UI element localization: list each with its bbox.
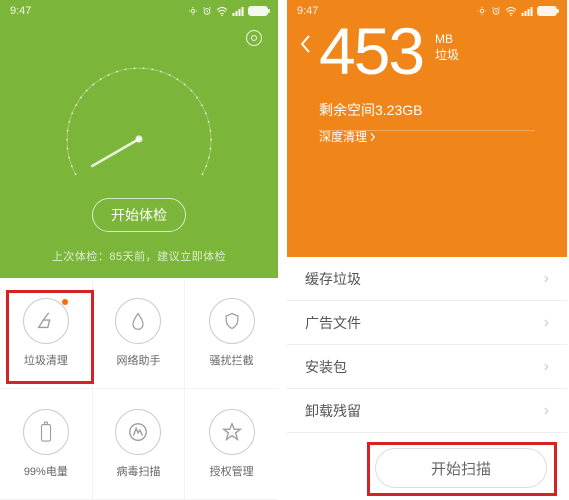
broom-icon: [23, 298, 69, 344]
start-scan-button[interactable]: 开始扫描: [375, 448, 547, 488]
cleaner-top-panel: 9:47 453 MB 垃圾 剩余空间3.23GB 深度清理: [287, 0, 567, 257]
tile-label: 病毒扫描: [116, 463, 160, 479]
signal-icon: [232, 6, 244, 16]
tile-network[interactable]: 网络助手: [93, 278, 186, 389]
tile-battery[interactable]: 99%电量: [0, 389, 93, 500]
junk-size-unit: MB 垃圾: [435, 32, 459, 63]
status-time: 9:47: [10, 5, 31, 17]
start-checkup-button[interactable]: 开始体检: [92, 198, 186, 232]
status-icons: [477, 6, 557, 16]
free-space-line: 剩余空间3.23GB: [319, 100, 535, 131]
tile-trash-clean[interactable]: 垃圾清理: [0, 278, 93, 389]
chevron-left-icon: [299, 34, 313, 54]
tile-virus[interactable]: 病毒扫描: [93, 389, 186, 500]
feature-grid: 垃圾清理 网络助手 骚扰拦截 99%电量 病毒扫描: [0, 278, 278, 500]
chevron-right-icon: ›: [544, 402, 549, 420]
chevron-right-icon: ›: [544, 314, 549, 332]
notification-dot: [62, 299, 68, 305]
tile-label: 网络助手: [116, 352, 160, 368]
tile-label: 骚扰拦截: [210, 352, 254, 368]
chevron-right-icon: [369, 132, 377, 142]
droplet-icon: [115, 298, 161, 344]
alarm-icon: [491, 6, 501, 16]
battery-tile-icon: [23, 409, 69, 455]
alarm-icon: [202, 6, 212, 16]
row-ads[interactable]: 广告文件 ›: [287, 301, 567, 345]
security-center-screen: 9:47 开始体检 上次体检：85天前，建议立即体检: [0, 0, 278, 500]
scan-icon: [115, 409, 161, 455]
status-icons: [188, 6, 268, 16]
health-gauge: [49, 40, 229, 220]
signal-icon: [521, 6, 533, 16]
back-button[interactable]: [299, 34, 313, 59]
row-label: 卸载残留: [305, 401, 361, 421]
gps-icon: [188, 6, 198, 16]
row-residual[interactable]: 卸载残留 ›: [287, 389, 567, 433]
row-apk[interactable]: 安装包 ›: [287, 345, 567, 389]
chevron-right-icon: ›: [544, 270, 549, 288]
tile-block[interactable]: 骚扰拦截: [185, 278, 278, 389]
battery-icon: [537, 6, 557, 16]
settings-button[interactable]: [244, 28, 264, 53]
wifi-icon: [216, 6, 228, 16]
chevron-right-icon: ›: [544, 358, 549, 376]
tile-label: 99%电量: [24, 463, 68, 479]
gear-icon: [244, 28, 264, 48]
last-check-text: 上次体检：85天前，建议立即体检: [0, 248, 278, 264]
wifi-icon: [505, 6, 517, 16]
scan-category-list: 缓存垃圾 › 广告文件 › 安装包 › 卸载残留 ›: [287, 257, 567, 433]
row-label: 广告文件: [305, 313, 361, 333]
status-bar: 9:47: [0, 0, 278, 22]
cleaner-screen: 9:47 453 MB 垃圾 剩余空间3.23GB 深度清理 缓存垃: [287, 0, 567, 500]
star-icon: [209, 409, 255, 455]
junk-size-value: 453: [319, 18, 423, 84]
deep-clean-link[interactable]: 深度清理: [319, 128, 377, 145]
tile-label: 授权管理: [210, 463, 254, 479]
battery-icon: [248, 6, 268, 16]
shield-icon: [209, 298, 255, 344]
row-label: 安装包: [305, 357, 347, 377]
security-top-panel: 9:47 开始体检 上次体检：85天前，建议立即体检: [0, 0, 278, 278]
tile-label: 垃圾清理: [24, 352, 68, 368]
status-time: 9:47: [297, 5, 318, 17]
row-cache[interactable]: 缓存垃圾 ›: [287, 257, 567, 301]
row-label: 缓存垃圾: [305, 269, 361, 289]
gps-icon: [477, 6, 487, 16]
tile-permissions[interactable]: 授权管理: [185, 389, 278, 500]
